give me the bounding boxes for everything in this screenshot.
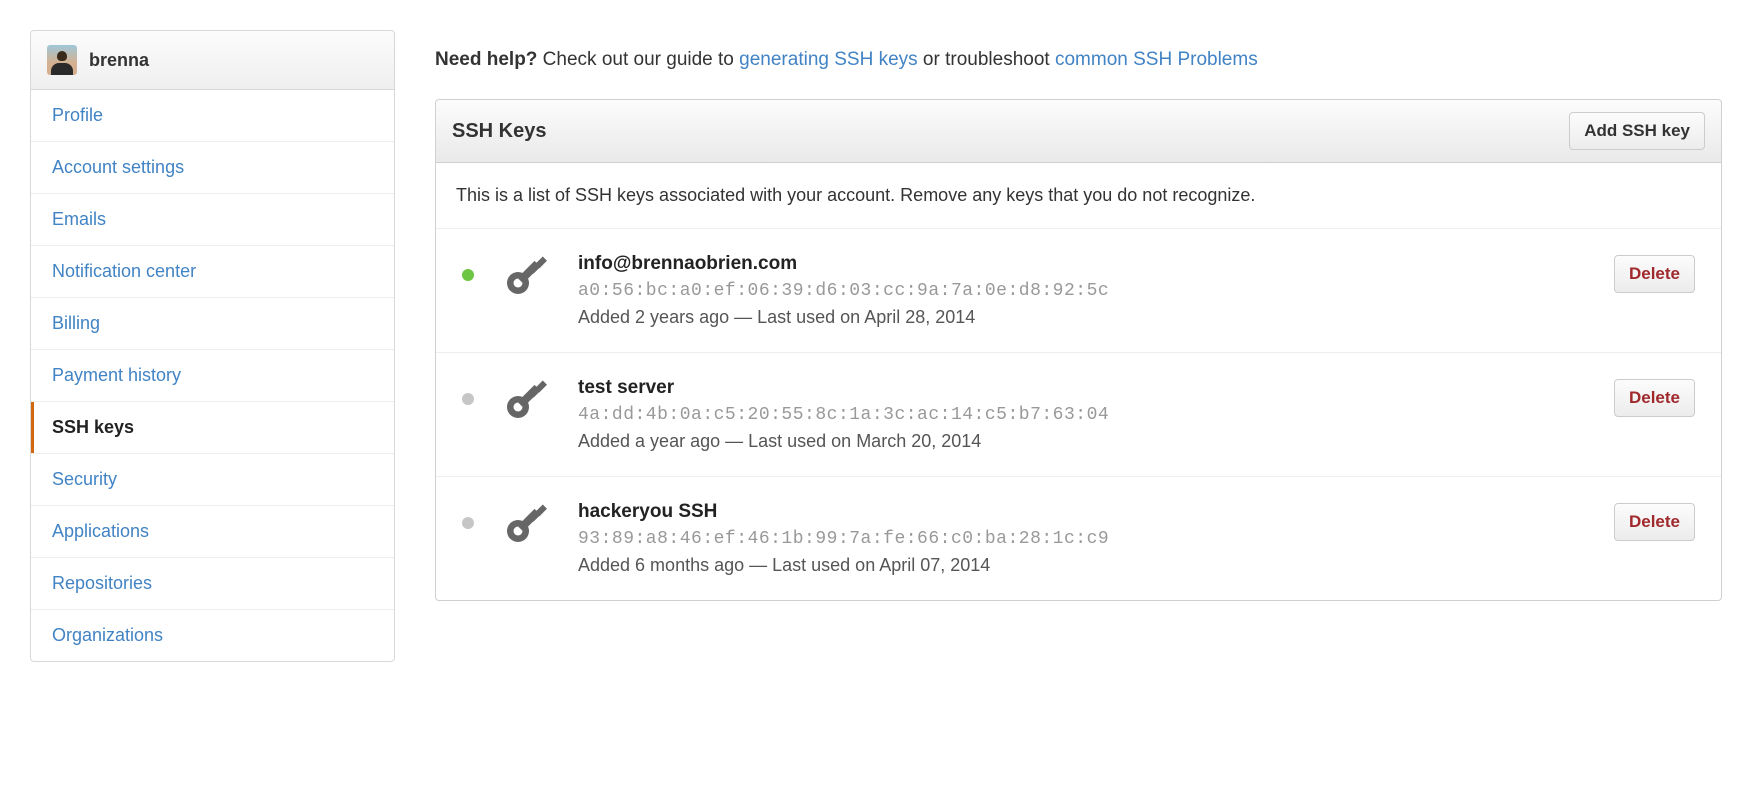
ssh-key-actions: Delete xyxy=(1614,255,1695,293)
delete-ssh-key-button[interactable]: Delete xyxy=(1614,255,1695,293)
ssh-key-fingerprint: 93:89:a8:46:ef:46:1b:99:7a:fe:66:c0:ba:2… xyxy=(578,529,1586,549)
ssh-key-fingerprint: 4a:dd:4b:0a:c5:20:55:8c:1a:3c:ac:14:c5:b… xyxy=(578,405,1586,425)
ssh-key-body: test server 4a:dd:4b:0a:c5:20:55:8c:1a:3… xyxy=(578,377,1586,452)
panel-title: SSH Keys xyxy=(452,120,547,143)
help-text-2: or troubleshoot xyxy=(918,49,1055,70)
key-icon xyxy=(502,375,550,423)
sidebar-nav: Profile Account settings Emails Notifica… xyxy=(31,90,394,661)
ssh-key-actions: Delete xyxy=(1614,379,1695,417)
sidebar-item-payment-history[interactable]: Payment history xyxy=(31,350,394,401)
sidebar-item-billing[interactable]: Billing xyxy=(31,298,394,349)
ssh-key-row: info@brennaobrien.com a0:56:bc:a0:ef:06:… xyxy=(436,229,1721,353)
help-prefix: Need help? xyxy=(435,49,537,70)
ssh-key-title: test server xyxy=(578,377,1586,399)
sidebar-username: brenna xyxy=(89,50,149,71)
key-icon xyxy=(502,251,550,299)
ssh-key-row: test server 4a:dd:4b:0a:c5:20:55:8c:1a:3… xyxy=(436,353,1721,477)
delete-ssh-key-button[interactable]: Delete xyxy=(1614,503,1695,541)
sidebar-item-notification-center[interactable]: Notification center xyxy=(31,246,394,297)
help-line: Need help? Check out our guide to genera… xyxy=(435,49,1722,71)
sidebar-item-profile[interactable]: Profile xyxy=(31,90,394,141)
ssh-key-actions: Delete xyxy=(1614,503,1695,541)
sidebar-item-emails[interactable]: Emails xyxy=(31,194,394,245)
sidebar-header: brenna xyxy=(31,31,394,90)
status-dot-icon xyxy=(462,269,474,281)
sidebar-item-organizations[interactable]: Organizations xyxy=(31,610,394,661)
panel-description: This is a list of SSH keys associated wi… xyxy=(436,163,1721,229)
ssh-key-meta: Added 6 months ago — Last used on April … xyxy=(578,555,1586,576)
help-link-generating[interactable]: generating SSH keys xyxy=(739,49,918,70)
sidebar-item-applications[interactable]: Applications xyxy=(31,506,394,557)
add-ssh-key-button[interactable]: Add SSH key xyxy=(1569,112,1705,150)
ssh-keys-panel: SSH Keys Add SSH key This is a list of S… xyxy=(435,99,1722,601)
ssh-key-title: info@brennaobrien.com xyxy=(578,253,1586,275)
settings-sidebar: brenna Profile Account settings Emails N… xyxy=(30,30,395,662)
avatar xyxy=(47,45,77,75)
ssh-key-meta: Added 2 years ago — Last used on April 2… xyxy=(578,307,1586,328)
sidebar-item-security[interactable]: Security xyxy=(31,454,394,505)
ssh-key-body: hackeryou SSH 93:89:a8:46:ef:46:1b:99:7a… xyxy=(578,501,1586,576)
sidebar-item-account-settings[interactable]: Account settings xyxy=(31,142,394,193)
key-icon xyxy=(502,499,550,547)
help-link-problems[interactable]: common SSH Problems xyxy=(1055,49,1258,70)
sidebar-item-repositories[interactable]: Repositories xyxy=(31,558,394,609)
ssh-key-meta: Added a year ago — Last used on March 20… xyxy=(578,431,1586,452)
ssh-key-title: hackeryou SSH xyxy=(578,501,1586,523)
main-content: Need help? Check out our guide to genera… xyxy=(435,30,1722,662)
ssh-key-row: hackeryou SSH 93:89:a8:46:ef:46:1b:99:7a… xyxy=(436,477,1721,600)
status-dot-icon xyxy=(462,517,474,529)
status-dot-icon xyxy=(462,393,474,405)
panel-header: SSH Keys Add SSH key xyxy=(436,100,1721,163)
sidebar-item-ssh-keys[interactable]: SSH keys xyxy=(31,402,394,453)
ssh-key-fingerprint: a0:56:bc:a0:ef:06:39:d6:03:cc:9a:7a:0e:d… xyxy=(578,281,1586,301)
help-text-1: Check out our guide to xyxy=(537,49,739,70)
delete-ssh-key-button[interactable]: Delete xyxy=(1614,379,1695,417)
ssh-key-body: info@brennaobrien.com a0:56:bc:a0:ef:06:… xyxy=(578,253,1586,328)
